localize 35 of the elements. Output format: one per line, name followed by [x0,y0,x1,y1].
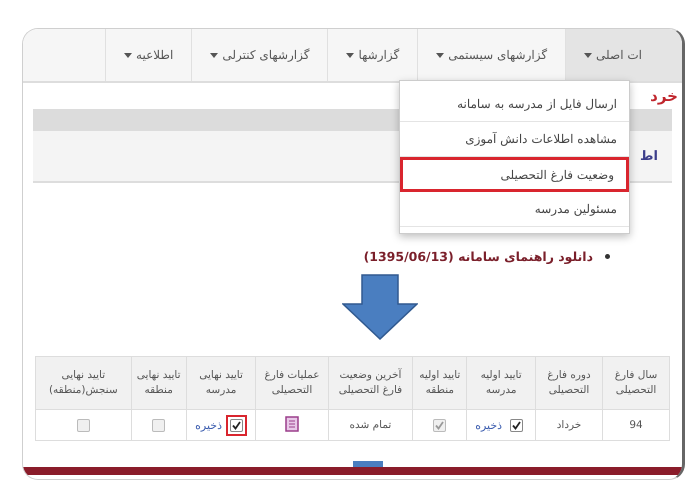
list-icon[interactable] [285,416,300,432]
caret-icon [124,52,132,58]
column-header: عملیات فارغ التحصیلی [256,356,328,410]
table-cell: 94 [602,410,670,440]
menu-item[interactable]: وضعیت فارغ التحصیلی [400,157,629,192]
download-link[interactable]: دانلود راهنمای سامانه (1395/06/13) [364,249,593,264]
column-header: تایید نهایی سنجش(منطقه) [36,356,132,410]
nav-tab[interactable]: گزارشهای کنترلی [191,29,328,81]
menu-item[interactable]: مشاهده اطلاعات دانش آموزی [400,122,629,157]
column-header: تایید نهایی مدرسه [186,356,256,410]
table-cell: خرداد [535,410,603,440]
menu-item[interactable]: مسئولین مدرسه [400,192,629,227]
column-header: دوره فارغ التحصیلی [535,356,603,410]
column-header: تایید اولیه منطقه [412,356,467,410]
table-cell: تمام شده [328,410,413,440]
checkbox[interactable] [230,418,244,432]
caret-icon [210,52,218,58]
caret-icon [436,52,444,58]
nav-tab[interactable]: اطلاعیه [105,29,192,81]
caret-icon [346,52,354,58]
nav-tab[interactable]: ات اصلی [565,29,682,81]
page-title: خرد [650,87,678,105]
column-header: تایید اولیه مدرسه [466,356,536,410]
save-link[interactable]: ذخیره [475,418,502,432]
checkbox[interactable] [510,418,524,432]
column-header: تایید نهایی منطقه [131,356,186,410]
panel-text: اط [640,148,658,164]
arrow-top-drawing [352,461,382,467]
menu-item[interactable]: ارسال فایل از مدرسه به سامانه [400,87,629,122]
column-header: آخرین وضعیت فارغ التحصیلی [328,356,413,410]
bullet-icon [605,254,610,259]
save-link[interactable]: ذخیره [195,418,222,432]
column-header: سال فارغ التحصیلی [602,356,670,410]
down-arrow-icon [342,274,418,340]
caret-icon [584,52,592,58]
